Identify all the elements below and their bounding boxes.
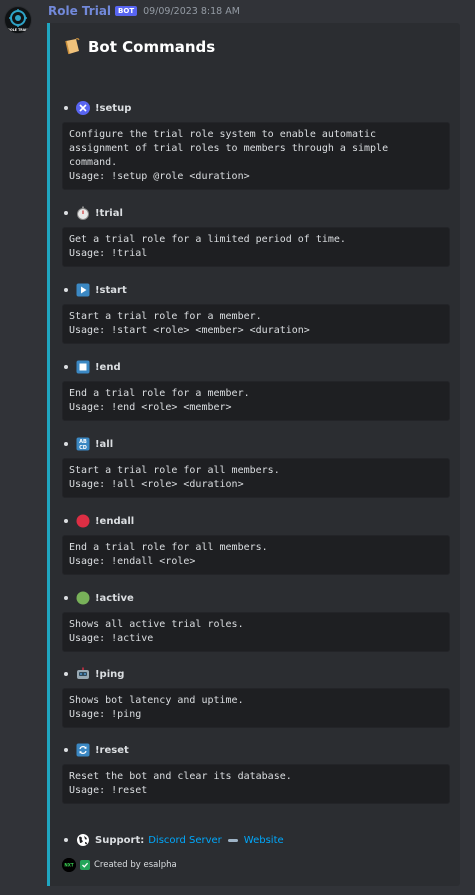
- bullet: [64, 211, 68, 215]
- separator: [227, 838, 238, 842]
- command-code: Get a trial role for a limited period of…: [62, 227, 450, 267]
- bullet: [64, 596, 68, 600]
- stop-button-icon: [76, 360, 90, 374]
- command-code: Start a trial role for a member. Usage: …: [62, 304, 450, 344]
- bullet: [64, 748, 68, 752]
- svg-text:CD: CD: [79, 445, 87, 451]
- robot-icon: [76, 667, 90, 681]
- abcd-icon: AB CD: [76, 437, 90, 451]
- command-name: !ping: [95, 668, 125, 680]
- embed: Bot Commands !setup Configure the trial …: [47, 23, 460, 886]
- support-row: Support: Discord Server Website: [62, 833, 284, 847]
- command-code: Start a trial role for all members. Usag…: [62, 458, 450, 498]
- timestamp[interactable]: 09/09/2023 8:18 AM: [143, 6, 240, 17]
- credit-text: Created by esalpha: [94, 860, 177, 870]
- globe-icon: [76, 833, 90, 847]
- command-code: Configure the trial role system to enabl…: [62, 122, 450, 190]
- command-code: End a trial role for a member. Usage: !e…: [62, 381, 450, 421]
- tools-icon: [76, 101, 90, 115]
- green-circle-icon: [76, 591, 90, 605]
- bullet: [64, 672, 68, 676]
- play-button-icon: [76, 283, 90, 297]
- checkmark-icon: [80, 860, 90, 870]
- command-item: !end End a trial role for a member. Usag…: [62, 359, 454, 421]
- bullet: [64, 106, 68, 110]
- command-name: !setup: [95, 102, 132, 114]
- command-item: !start Start a trial role for a member. …: [62, 282, 454, 344]
- command-name: !active: [95, 592, 134, 604]
- command-name: !start: [95, 284, 127, 296]
- bot-message: ROLE TRIAL Role Trial BOT 09/09/2023 8:1…: [0, 0, 475, 895]
- command-item: !reset Reset the bot and clear its datab…: [62, 742, 454, 804]
- credit-row: NXT Created by esalpha: [62, 858, 177, 872]
- command-item: !endall End a trial role for all members…: [62, 513, 454, 575]
- bullet: [64, 365, 68, 369]
- embed-title-row: Bot Commands: [62, 37, 215, 57]
- command-code: Shows all active trial roles. Usage: !ac…: [62, 612, 450, 652]
- command-code: Reset the bot and clear its database. Us…: [62, 764, 450, 804]
- command-name: !all: [95, 438, 114, 450]
- command-item: AB CD !all Start a trial role for all me…: [62, 436, 454, 498]
- command-item: !active Shows all active trial roles. Us…: [62, 590, 454, 652]
- command-name: !reset: [95, 744, 129, 756]
- stopwatch-icon: [76, 206, 90, 220]
- command-item: !trial Get a trial role for a limited pe…: [62, 205, 454, 267]
- bullet: [64, 442, 68, 446]
- website-link[interactable]: Website: [244, 835, 284, 846]
- arrows-cycle-icon: [76, 743, 90, 757]
- username[interactable]: Role Trial: [48, 4, 111, 18]
- discord-server-link[interactable]: Discord Server: [148, 835, 222, 846]
- bullet: [64, 838, 68, 842]
- command-item: !ping Shows bot latency and uptime. Usag…: [62, 666, 454, 728]
- red-circle-icon: [76, 514, 90, 528]
- bullet: [64, 519, 68, 523]
- bot-avatar[interactable]: ROLE TRIAL: [4, 6, 32, 34]
- embed-title: Bot Commands: [88, 38, 216, 56]
- svg-text:ROLE TRIAL: ROLE TRIAL: [8, 28, 29, 32]
- command-code: Shows bot latency and uptime. Usage: !pi…: [62, 688, 450, 728]
- command-name: !endall: [95, 515, 135, 527]
- command-code: End a trial role for all members. Usage:…: [62, 535, 450, 575]
- bot-avatar-logo-icon: ROLE TRIAL: [8, 9, 29, 32]
- bullet: [64, 288, 68, 292]
- svg-text:NXT: NXT: [64, 863, 73, 868]
- support-label: Support:: [95, 834, 145, 846]
- scroll-icon: [62, 37, 82, 57]
- command-item: !setup Configure the trial role system t…: [62, 100, 454, 190]
- bot-tag: BOT: [115, 6, 138, 16]
- command-name: !end: [95, 361, 121, 373]
- creator-avatar: NXT: [62, 858, 76, 872]
- command-name: !trial: [95, 207, 123, 219]
- message-header: Role Trial BOT 09/09/2023 8:18 AM: [48, 2, 240, 20]
